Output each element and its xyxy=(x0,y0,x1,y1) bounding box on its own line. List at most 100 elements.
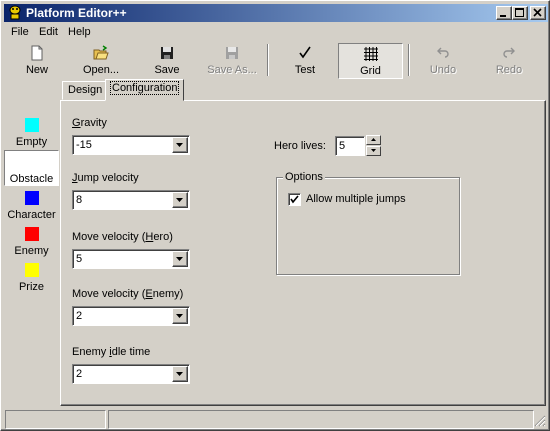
color-swatch xyxy=(25,118,39,132)
enemy-idle-time-dropdown-button[interactable] xyxy=(172,366,188,382)
maximize-button[interactable] xyxy=(512,6,528,20)
redo-label: Redo xyxy=(495,64,523,76)
menu-help[interactable]: Help xyxy=(68,26,91,38)
palette-item-obstacle[interactable]: Obstacle xyxy=(4,150,59,186)
menu-edit[interactable]: Edit xyxy=(39,26,58,38)
close-button[interactable] xyxy=(530,6,546,20)
new-file-icon xyxy=(29,45,45,61)
save-button[interactable]: Save xyxy=(144,43,190,79)
app-window: Platform Editor++ File Edit Help New Ope… xyxy=(0,0,550,431)
save-label: Save xyxy=(154,64,180,76)
open-folder-icon xyxy=(93,45,109,61)
tab-label: Configuration xyxy=(109,81,180,95)
toolbar-separator xyxy=(267,44,269,76)
chevron-down-icon xyxy=(176,143,183,147)
palette-item-label: Prize xyxy=(18,281,45,293)
minimize-icon xyxy=(500,15,506,17)
gravity-dropdown-button[interactable] xyxy=(172,137,188,153)
gravity-value: -15 xyxy=(76,139,92,151)
hero-lives-label: Hero lives: xyxy=(274,140,326,152)
chevron-down-icon xyxy=(176,257,183,261)
palette-item-prize[interactable]: Prize xyxy=(4,258,59,294)
color-swatch xyxy=(25,263,39,277)
hero-lives-down-button[interactable] xyxy=(366,146,381,156)
grid-icon xyxy=(363,46,379,62)
save-as-disk-icon xyxy=(224,45,240,61)
redo-arrow-icon xyxy=(501,45,517,61)
redo-button[interactable]: Redo xyxy=(486,43,532,79)
app-logo-icon xyxy=(7,5,23,21)
chevron-up-icon xyxy=(371,138,376,141)
jump-velocity-value: 8 xyxy=(76,194,83,206)
chevron-down-icon xyxy=(176,372,183,376)
color-swatch xyxy=(25,191,39,205)
color-swatch xyxy=(25,227,39,241)
save-disk-icon xyxy=(159,45,175,61)
chevron-down-icon xyxy=(176,198,183,202)
move-velocity-enemy-value: 2 xyxy=(76,310,83,322)
enemy-idle-time-label: Enemy idle time xyxy=(72,346,151,358)
menu-bar: File Edit Help xyxy=(4,24,548,42)
palette-item-label: Obstacle xyxy=(9,173,54,185)
menu-file[interactable]: File xyxy=(11,26,29,38)
new-button[interactable]: New xyxy=(14,43,60,79)
palette-item-empty[interactable]: Empty xyxy=(4,113,59,149)
options-group-title: Options xyxy=(283,171,325,183)
palette-item-label: Character xyxy=(7,209,56,221)
color-swatch xyxy=(25,155,39,169)
move-velocity-enemy-dropdown-button[interactable] xyxy=(172,308,188,324)
palette-item-character[interactable]: Character xyxy=(4,186,59,222)
checkmark-icon xyxy=(290,195,299,204)
minimize-button[interactable] xyxy=(496,6,512,20)
jump-velocity-combo[interactable]: 8 xyxy=(72,190,190,210)
palette-item-enemy[interactable]: Enemy xyxy=(4,222,59,258)
test-label: Test xyxy=(294,64,316,76)
gravity-combo[interactable]: -15 xyxy=(72,135,190,155)
open-label: Open... xyxy=(82,64,120,76)
move-velocity-hero-dropdown-button[interactable] xyxy=(172,251,188,267)
open-button[interactable]: Open... xyxy=(72,43,130,79)
save-as-button[interactable]: Save As... xyxy=(202,43,262,79)
move-velocity-hero-label: Move velocity (Hero) xyxy=(72,231,173,243)
toolbar: New Open... Save Save As... Test Grid Un… xyxy=(4,42,548,80)
undo-arrow-icon xyxy=(435,45,451,61)
new-label: New xyxy=(25,64,48,76)
palette-item-label: Enemy xyxy=(14,245,49,257)
enemy-idle-time-combo[interactable]: 2 xyxy=(72,364,190,384)
jump-velocity-label: Jump velocity xyxy=(72,172,139,184)
allow-multiple-jumps-label[interactable]: Allow multiple jumps xyxy=(306,193,406,205)
jump-velocity-dropdown-button[interactable] xyxy=(172,192,188,208)
test-button[interactable]: Test xyxy=(282,43,328,79)
status-panel-main xyxy=(108,410,534,429)
allow-multiple-jumps-checkbox[interactable] xyxy=(288,193,301,206)
maximize-icon xyxy=(515,8,524,17)
undo-button[interactable]: Undo xyxy=(420,43,466,79)
chevron-down-icon xyxy=(371,149,376,152)
resize-grip-icon[interactable] xyxy=(534,415,546,430)
move-velocity-enemy-label: Move velocity (Enemy) xyxy=(72,288,184,300)
tab-configuration[interactable]: Configuration xyxy=(105,79,185,101)
enemy-idle-time-value: 2 xyxy=(76,368,83,380)
move-velocity-hero-combo[interactable]: 5 xyxy=(72,249,190,269)
move-velocity-enemy-combo[interactable]: 2 xyxy=(72,306,190,326)
hero-lives-input[interactable]: 5 xyxy=(335,136,365,156)
checkmark-icon xyxy=(297,45,313,61)
window-title: Platform Editor++ xyxy=(26,6,127,20)
status-bar xyxy=(4,410,548,429)
save-as-label: Save As... xyxy=(207,64,257,76)
hero-lives-value: 5 xyxy=(339,140,346,152)
tab-design[interactable]: Design xyxy=(62,81,109,100)
close-icon xyxy=(533,8,542,17)
palette-item-label: Empty xyxy=(15,136,48,148)
grid-button[interactable]: Grid xyxy=(338,43,403,79)
hero-lives-up-button[interactable] xyxy=(366,135,381,145)
tab-label: Design xyxy=(68,84,103,96)
chevron-down-icon xyxy=(176,314,183,318)
move-velocity-hero-value: 5 xyxy=(76,253,83,265)
options-groupbox xyxy=(276,177,460,275)
grid-label: Grid xyxy=(360,65,381,77)
gravity-label: Gravity xyxy=(72,117,107,129)
undo-label: Undo xyxy=(429,64,457,76)
title-bar[interactable]: Platform Editor++ xyxy=(4,4,548,22)
toolbar-separator xyxy=(408,44,410,76)
